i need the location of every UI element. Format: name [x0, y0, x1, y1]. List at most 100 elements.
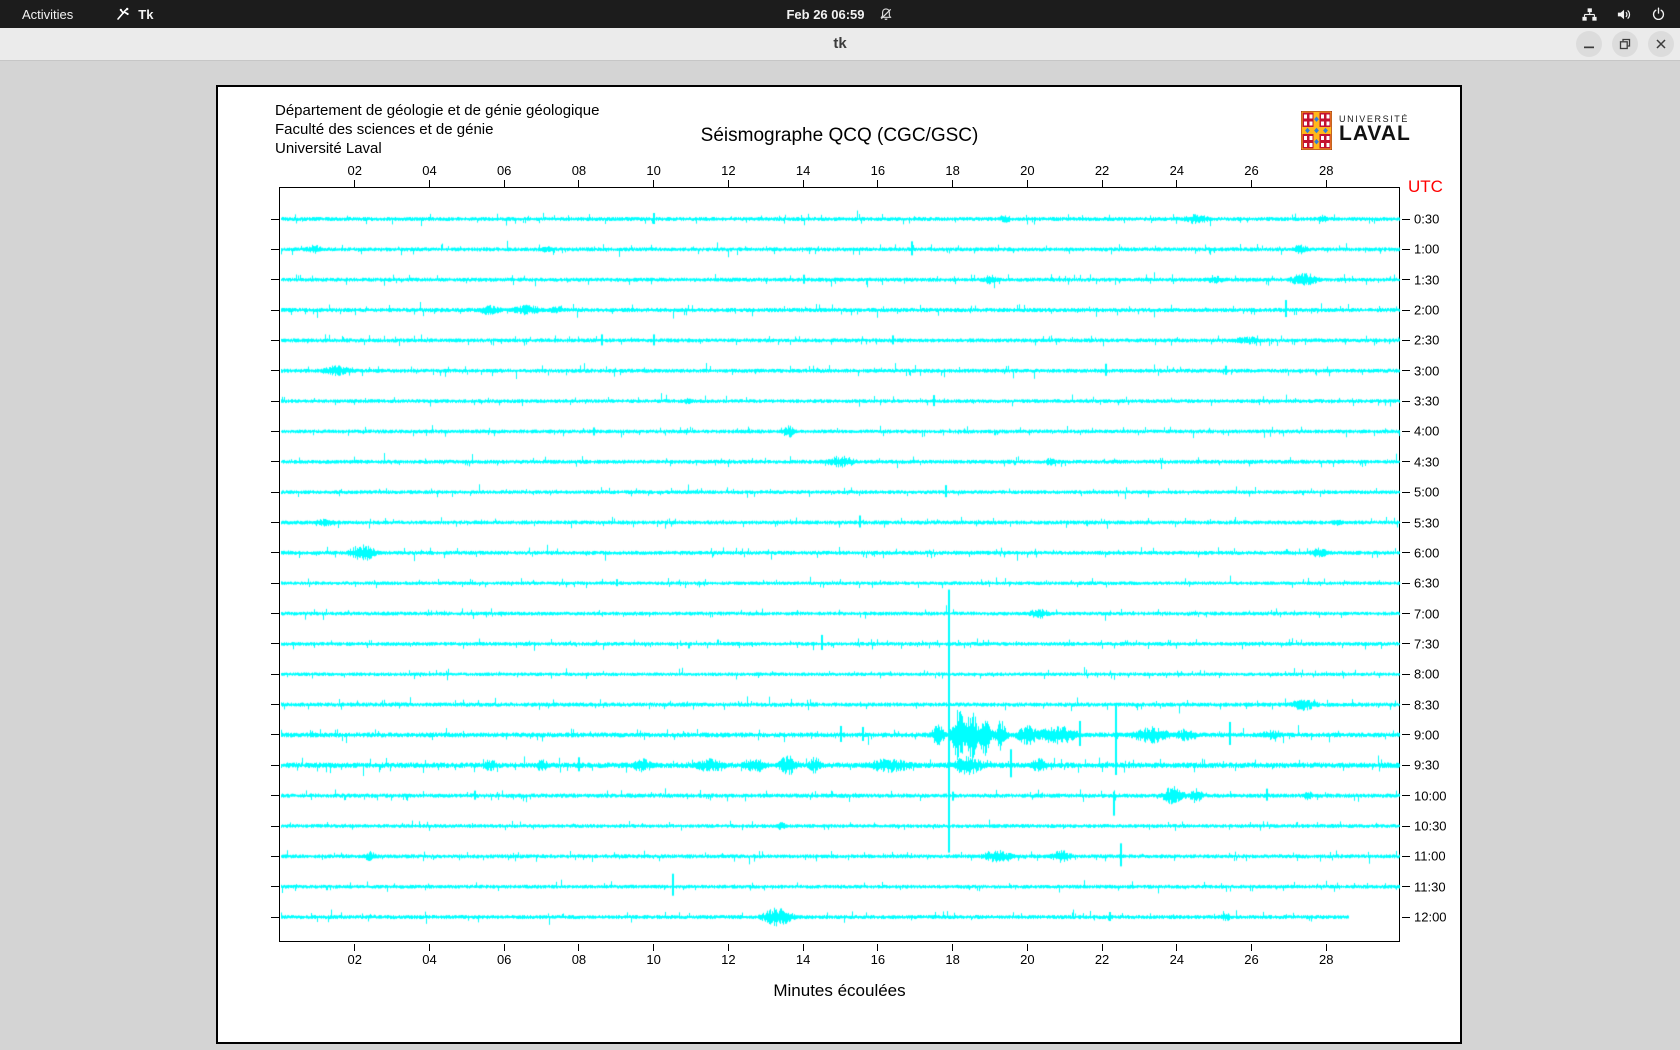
clock-menu[interactable]: Feb 26 06:59 [786, 0, 893, 28]
x-tick-top [503, 180, 505, 187]
focused-app-name: Tk [138, 6, 154, 22]
y-tick-left [271, 248, 279, 250]
logo-laval-text: LAVAL [1339, 122, 1411, 145]
trace-time-label: 7:00 [1414, 606, 1440, 622]
y-tick-right [1402, 279, 1410, 281]
x-tick-top [1325, 180, 1327, 187]
y-tick-right [1402, 309, 1410, 311]
x-tick-bottom [503, 944, 505, 951]
trace-time-label: 11:30 [1414, 879, 1446, 895]
x-tick-label-top: 12 [721, 163, 736, 178]
x-tick-label-top: 24 [1169, 163, 1185, 178]
x-tick-bottom [428, 944, 430, 951]
window-title: tk [833, 35, 847, 52]
restore-button[interactable] [1612, 31, 1638, 57]
x-tick-bottom [1101, 944, 1103, 951]
y-tick-right [1402, 522, 1410, 523]
y-tick-right [1402, 552, 1410, 554]
x-tick-top [727, 180, 729, 187]
power-icon [1651, 6, 1666, 22]
x-tick-top [952, 180, 954, 187]
x-tick-bottom [354, 944, 356, 951]
trace-time-label: 2:30 [1414, 332, 1440, 348]
activities-button[interactable]: Activities [18, 7, 77, 22]
seismograph-figure: Département de géologie et de génie géol… [216, 85, 1462, 1044]
x-tick-bottom [1026, 944, 1028, 951]
trace-time-label: 5:30 [1414, 515, 1440, 530]
x-tick-bottom [877, 944, 879, 951]
trace-time-label: 1:30 [1414, 272, 1440, 288]
x-tick-label-top: 18 [945, 163, 960, 178]
x-tick-bottom [1251, 944, 1253, 951]
x-axis-label: Minutes écoulées [773, 981, 906, 1000]
x-tick-bottom [727, 944, 729, 951]
y-tick-right [1402, 370, 1410, 372]
volume-icon [1616, 7, 1633, 22]
utc-label: UTC [1408, 177, 1443, 196]
window-titlebar[interactable]: tk [0, 28, 1680, 61]
minimize-button[interactable] [1576, 31, 1602, 57]
x-tick-label-bottom: 04 [422, 952, 437, 967]
y-tick-left [271, 339, 279, 341]
x-tick-label-bottom: 06 [496, 952, 512, 967]
y-tick-right [1402, 916, 1410, 918]
x-tick-top [802, 180, 804, 187]
network-icon [1581, 7, 1598, 22]
desktop: Activities Tk Feb 26 06:59 tk Départemen… [0, 0, 1680, 1050]
y-tick-left [271, 764, 279, 766]
universite-laval-logo: UNIVERSITÉ LAVAL [1300, 110, 1411, 155]
x-tick-top [354, 180, 356, 187]
y-tick-right [1402, 673, 1410, 675]
laval-crest-icon [1300, 110, 1333, 155]
y-tick-left [271, 673, 279, 675]
trace-time-label: 5:00 [1414, 484, 1440, 500]
trace-time-label: 9:30 [1414, 757, 1440, 773]
x-tick-label-bottom: 08 [571, 952, 587, 967]
y-tick-right [1402, 430, 1410, 432]
x-tick-label-top: 22 [1094, 163, 1110, 178]
trace-time-label: 4:30 [1414, 454, 1440, 470]
focused-app-menu[interactable]: Tk [115, 7, 153, 22]
close-button[interactable] [1648, 31, 1674, 57]
y-tick-left [271, 400, 279, 402]
x-tick-label-bottom: 12 [721, 952, 736, 967]
x-tick-label-bottom: 24 [1169, 952, 1185, 967]
x-tick-label-top: 04 [422, 163, 437, 178]
x-tick-label-top: 08 [571, 163, 587, 178]
trace-time-label: 1:00 [1414, 241, 1440, 257]
trace-time-label: 7:30 [1414, 636, 1440, 652]
y-tick-left [271, 461, 279, 463]
tk-app-icon [115, 7, 130, 22]
y-tick-left [271, 491, 279, 493]
trace-time-label: 3:00 [1414, 363, 1440, 379]
y-tick-right [1402, 582, 1410, 584]
y-tick-right [1402, 613, 1410, 615]
y-tick-left [271, 795, 279, 797]
trace-time-label: 11:00 [1414, 848, 1446, 864]
laval-wordmark: UNIVERSITÉ LAVAL [1339, 111, 1411, 144]
x-tick-top [1026, 180, 1028, 187]
x-tick-bottom [1325, 944, 1327, 951]
x-tick-label-bottom: 20 [1020, 952, 1035, 967]
y-tick-right [1402, 248, 1410, 250]
clock-label: Feb 26 06:59 [786, 6, 865, 22]
x-tick-label-top: 02 [347, 163, 362, 178]
x-tick-bottom [578, 944, 580, 951]
y-tick-left [271, 704, 279, 706]
trace-time-label: 3:30 [1414, 393, 1440, 409]
y-tick-right [1402, 339, 1410, 341]
y-tick-left [271, 309, 279, 311]
x-tick-label-top: 10 [646, 163, 661, 178]
x-tick-label-top: 28 [1319, 163, 1334, 178]
notifications-muted-icon [879, 7, 894, 22]
y-tick-right [1402, 643, 1410, 645]
trace-time-label: 2:00 [1414, 302, 1440, 318]
seismogram-canvas [280, 188, 1401, 943]
y-tick-left [271, 825, 279, 827]
y-tick-right [1402, 218, 1410, 220]
gnome-top-bar: Activities Tk Feb 26 06:59 [0, 0, 1680, 28]
x-tick-bottom [1176, 944, 1178, 951]
y-tick-right [1402, 825, 1410, 827]
y-tick-right [1402, 764, 1410, 766]
system-status-area[interactable] [1581, 0, 1666, 28]
